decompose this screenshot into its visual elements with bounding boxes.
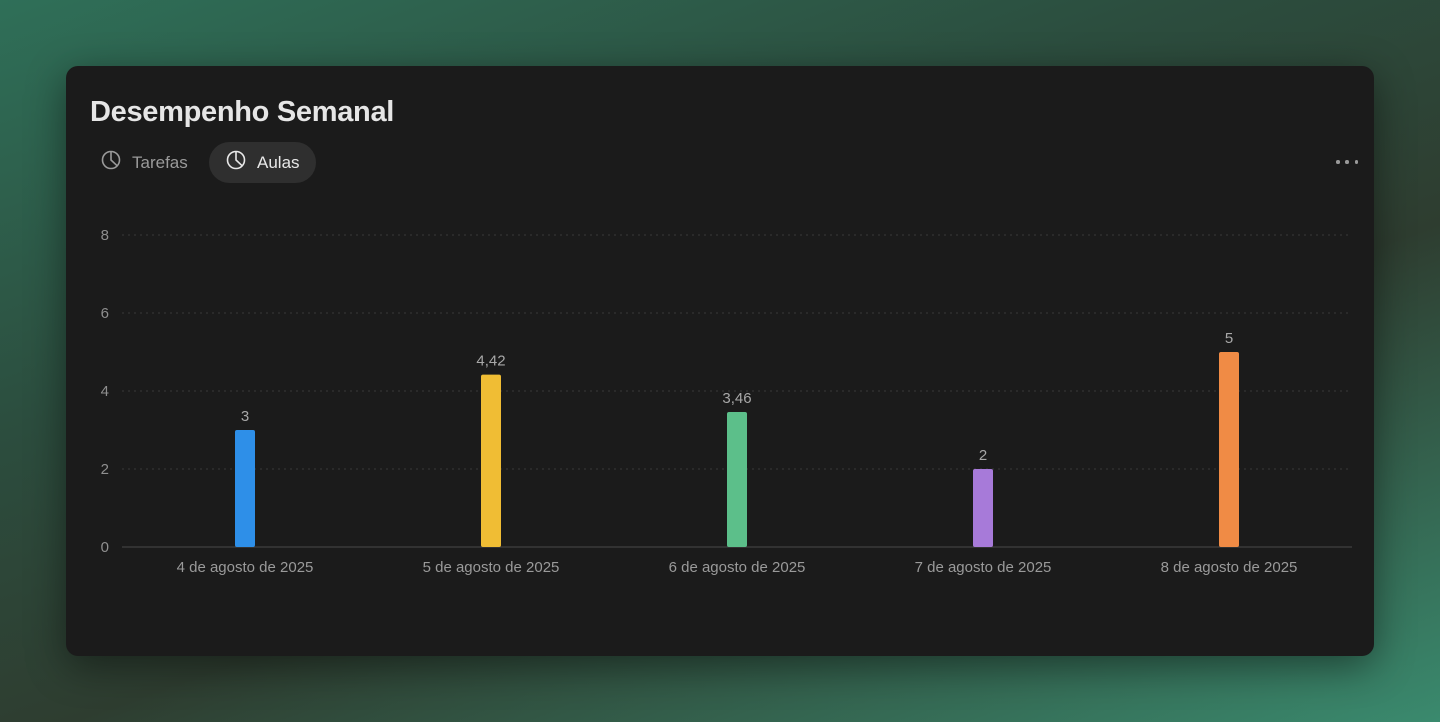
y-tick-label: 0 (101, 539, 109, 556)
data-label: 4,42 (476, 353, 505, 370)
y-tick-label: 8 (101, 227, 109, 244)
bar-chart: 0 2 4 6 8 3 4 de agosto de 2025 4,42 5 de agosto… (101, 227, 1352, 576)
bar (973, 469, 993, 547)
bar (481, 374, 501, 547)
y-tick-label: 4 (101, 383, 109, 400)
x-tick-label: 4 de agosto de 2025 (177, 559, 314, 576)
bar (235, 430, 255, 547)
data-label: 5 (1225, 330, 1233, 347)
bar (1219, 352, 1239, 547)
y-tick-label: 6 (101, 305, 109, 322)
chart-card: Desempenho Semanal Tarefas Aulas 0246834… (66, 66, 1374, 656)
x-tick-label: 5 de agosto de 2025 (423, 559, 560, 576)
x-tick-label: 7 de agosto de 2025 (915, 559, 1052, 576)
data-label: 3 (241, 408, 249, 425)
data-label: 3,46 (722, 390, 751, 407)
y-tick-label: 2 (101, 461, 109, 478)
data-label: 2 (979, 447, 987, 464)
x-tick-label: 6 de agosto de 2025 (669, 559, 806, 576)
x-tick-label: 8 de agosto de 2025 (1161, 559, 1298, 576)
bar (727, 412, 747, 547)
